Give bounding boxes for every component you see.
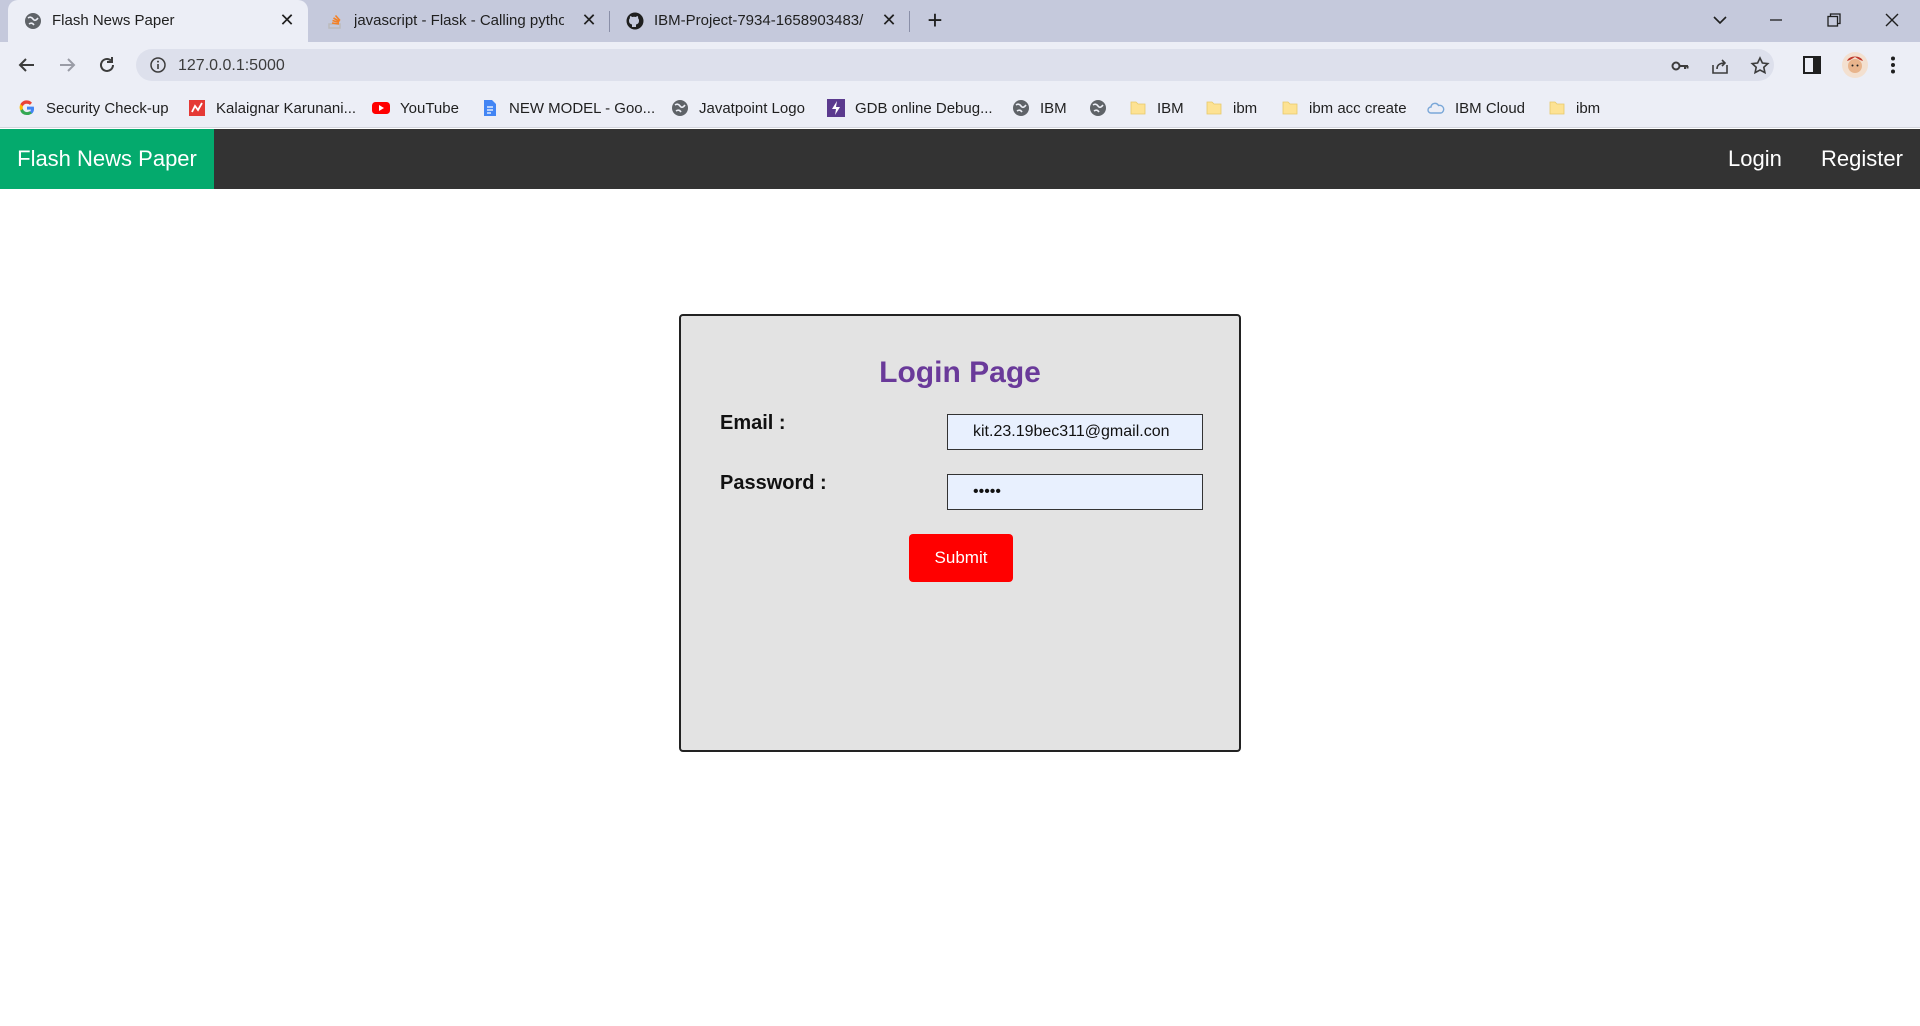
bookmark-label: ibm acc create bbox=[1309, 99, 1407, 117]
tab-stackoverflow[interactable]: javascript - Flask - Calling python ✕ bbox=[310, 0, 610, 42]
close-icon bbox=[1885, 13, 1899, 27]
email-label: Email : bbox=[720, 412, 786, 434]
bookmark-label: ibm bbox=[1233, 99, 1258, 117]
folder-icon bbox=[1282, 101, 1298, 115]
bookmark-folder-ibm[interactable]: IBM bbox=[1129, 97, 1184, 119]
folder-icon bbox=[1130, 101, 1146, 115]
bookmark-folder-ibm-lower[interactable]: ibm bbox=[1205, 97, 1257, 119]
arrow-right-icon bbox=[60, 58, 76, 72]
bookmark-kalaignar[interactable]: Kalaignar Karunani... bbox=[188, 97, 356, 119]
stackoverflow-icon bbox=[328, 14, 341, 29]
bookmark-label: Security Check-up bbox=[46, 99, 169, 117]
google-icon bbox=[19, 100, 35, 116]
bookmark-label: NEW MODEL - Goo... bbox=[509, 99, 656, 117]
close-tab-icon[interactable]: ✕ bbox=[580, 11, 598, 29]
tab-separator bbox=[909, 11, 910, 32]
gdb-icon bbox=[827, 99, 845, 117]
bookmark-unnamed[interactable] bbox=[1089, 97, 1117, 119]
side-panel-icon[interactable] bbox=[1801, 54, 1823, 76]
bookmark-label: IBM bbox=[1157, 99, 1184, 117]
arrow-left-icon bbox=[18, 58, 34, 72]
reload-icon bbox=[100, 57, 114, 72]
bookmark-label: YouTube bbox=[400, 99, 459, 117]
bookmark-ibm-cloud[interactable]: IBM Cloud bbox=[1427, 97, 1525, 119]
password-field[interactable]: ••••• bbox=[947, 474, 1203, 510]
login-card: Login Page Email : kit.23.19bec311@gmail… bbox=[679, 314, 1241, 752]
nav-login-link[interactable]: Login bbox=[1728, 129, 1782, 189]
address-bar[interactable]: 127.0.0.1:5000 bbox=[136, 49, 1774, 81]
folder-icon bbox=[1549, 101, 1565, 115]
browser-toolbar: 127.0.0.1:5000 bbox=[0, 42, 1920, 88]
nav-register-link[interactable]: Register bbox=[1821, 129, 1903, 189]
minimize-icon bbox=[1770, 19, 1782, 21]
email-field[interactable]: kit.23.19bec311@gmail.con bbox=[947, 414, 1203, 450]
bookmark-label: GDB online Debug... bbox=[855, 99, 993, 117]
site-icon bbox=[189, 100, 205, 116]
globe-icon bbox=[25, 13, 41, 29]
url-text[interactable]: 127.0.0.1:5000 bbox=[178, 57, 285, 75]
site-top-nav: Flash News Paper Login Register bbox=[0, 129, 1920, 189]
close-tab-icon[interactable]: ✕ bbox=[278, 11, 296, 29]
browser-tab-strip: Flash News Paper ✕ javascript - Flask - … bbox=[0, 0, 1920, 42]
tab-title: Flash News Paper bbox=[52, 12, 175, 29]
bookmark-label: IBM bbox=[1040, 99, 1067, 117]
bookmark-youtube[interactable]: YouTube bbox=[372, 97, 459, 119]
page-title: Login Page bbox=[879, 356, 1041, 389]
tab-title: javascript - Flask - Calling python bbox=[354, 12, 564, 29]
bookmark-label: ibm bbox=[1576, 99, 1601, 117]
info-icon[interactable] bbox=[150, 57, 166, 73]
folder-icon bbox=[1206, 101, 1222, 115]
close-window-button[interactable] bbox=[1864, 0, 1920, 40]
share-icon[interactable] bbox=[1710, 56, 1730, 76]
bookmark-label: IBM Cloud bbox=[1455, 99, 1526, 117]
password-label: Password : bbox=[720, 472, 827, 494]
key-icon[interactable] bbox=[1670, 56, 1690, 76]
tab-title: IBM-Project-7934-1658903483/i bbox=[654, 12, 864, 29]
bookmark-new-model[interactable]: NEW MODEL - Goo... bbox=[481, 97, 655, 119]
bookmark-security-checkup[interactable]: Security Check-up bbox=[18, 97, 169, 119]
bookmark-ibm[interactable]: IBM bbox=[1012, 97, 1067, 119]
bookmark-gdb-online[interactable]: GDB online Debug... bbox=[827, 97, 993, 119]
minimize-button[interactable] bbox=[1748, 0, 1804, 40]
globe-icon bbox=[1090, 100, 1106, 116]
submit-button[interactable]: Submit bbox=[909, 534, 1013, 582]
restore-icon bbox=[1827, 13, 1841, 27]
bookmark-javatpoint[interactable]: Javatpoint Logo bbox=[671, 97, 805, 119]
youtube-icon bbox=[372, 102, 390, 114]
close-tab-icon[interactable]: ✕ bbox=[880, 11, 898, 29]
docs-icon bbox=[484, 100, 496, 116]
new-tab-button[interactable]: + bbox=[922, 7, 948, 34]
bookmark-folder-ibm-last[interactable]: ibm bbox=[1548, 97, 1600, 119]
globe-icon bbox=[672, 100, 688, 116]
star-icon[interactable] bbox=[1750, 56, 1770, 76]
bookmarks-bar: Security Check-up Kalaignar Karunani... … bbox=[0, 88, 1920, 128]
cloud-icon bbox=[1427, 102, 1445, 114]
tab-search-button[interactable] bbox=[1692, 0, 1748, 40]
bookmark-label: Kalaignar Karunani... bbox=[216, 99, 357, 117]
brand-link[interactable]: Flash News Paper bbox=[0, 129, 214, 189]
more-menu-icon[interactable] bbox=[1882, 54, 1904, 76]
bookmark-label: Javatpoint Logo bbox=[699, 99, 805, 117]
globe-icon bbox=[1013, 100, 1029, 116]
bookmark-folder-ibm-acc-create[interactable]: ibm acc create bbox=[1281, 97, 1407, 119]
tab-flash-news-paper[interactable]: Flash News Paper ✕ bbox=[8, 0, 308, 42]
restore-button[interactable] bbox=[1806, 0, 1862, 40]
back-button[interactable] bbox=[14, 52, 40, 78]
github-icon bbox=[626, 12, 644, 30]
profile-avatar-icon[interactable] bbox=[1841, 51, 1869, 79]
chevron-down-icon bbox=[1713, 16, 1727, 25]
reload-button[interactable] bbox=[94, 52, 120, 78]
tab-github[interactable]: IBM-Project-7934-1658903483/i ✕ bbox=[610, 0, 910, 42]
forward-button[interactable] bbox=[54, 52, 80, 78]
